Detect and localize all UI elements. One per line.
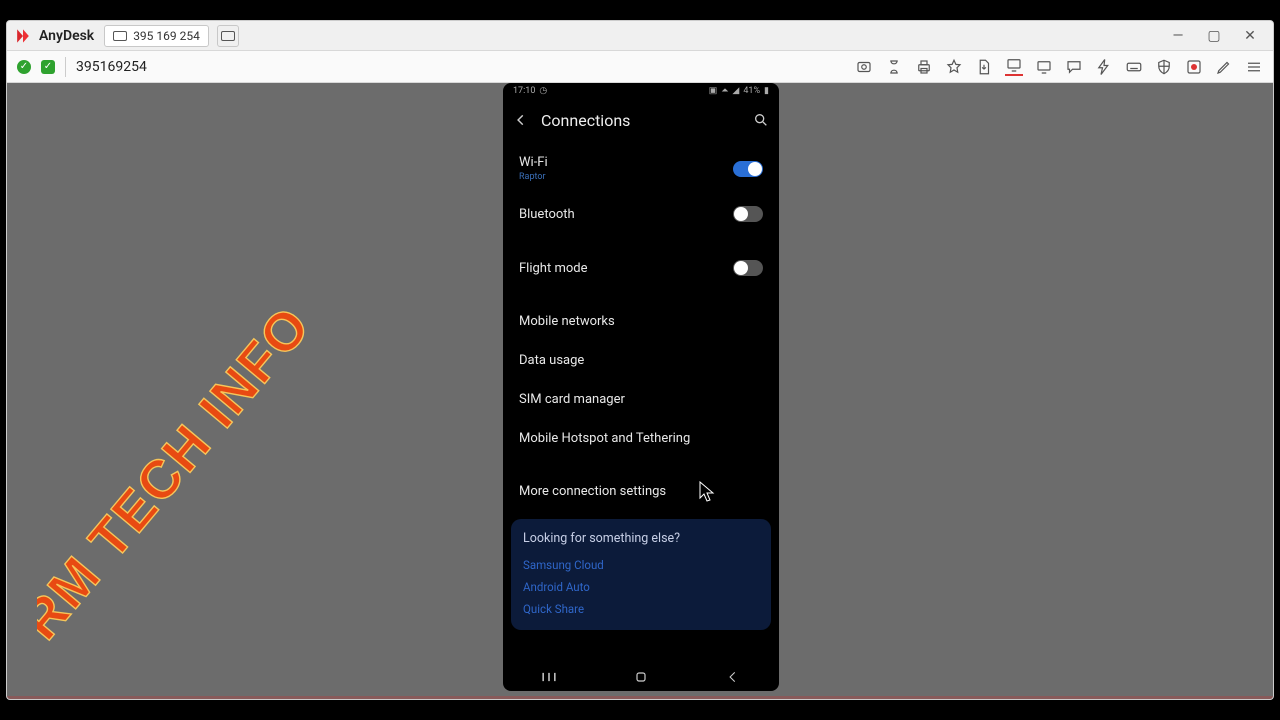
connection-ok-icon: ✓: [17, 60, 31, 74]
mobile-networks-label: Mobile networks: [519, 314, 615, 329]
anydesk-logo-icon: [13, 26, 33, 46]
separator: [65, 57, 66, 77]
wifi-label: Wi-Fi: [519, 155, 548, 170]
more-settings-label: More connection settings: [519, 484, 666, 499]
recents-button[interactable]: [534, 669, 564, 685]
remote-viewport[interactable]: RM TECH INFO 17:10 ◷ ▣ ⏶ ◢ 41% ▮: [7, 83, 1273, 699]
status-battery-icon: ▮: [764, 86, 769, 96]
address-text: 395 169 254: [133, 29, 200, 43]
hotspot-label: Mobile Hotspot and Tethering: [519, 431, 690, 446]
status-time: 17:10: [513, 86, 535, 96]
bluetooth-toggle[interactable]: [733, 206, 763, 222]
mobile-networks-row[interactable]: Mobile networks: [503, 302, 779, 341]
annotate-icon[interactable]: [1215, 58, 1233, 76]
suggestions-card: Looking for something else? Samsung Clou…: [511, 519, 771, 630]
minimize-button[interactable]: —: [1171, 29, 1185, 43]
settings-list: Wi-Fi Raptor Bluetooth Flight mode Mo: [503, 141, 779, 513]
remote-cursor-icon: [699, 481, 715, 503]
flight-mode-row[interactable]: Flight mode: [503, 248, 779, 288]
status-wifi-icon: ⏶: [721, 86, 728, 96]
data-usage-row[interactable]: Data usage: [503, 341, 779, 380]
screenshot-icon[interactable]: [855, 58, 873, 76]
link-samsung-cloud[interactable]: Samsung Cloud: [523, 554, 759, 576]
app-name: AnyDesk: [39, 28, 94, 44]
menu-icon[interactable]: [1245, 58, 1263, 76]
status-clock-icon: ◷: [539, 86, 547, 96]
status-battery: 41%: [743, 86, 760, 96]
status-signal-icon: ◢: [732, 86, 739, 96]
link-quick-share[interactable]: Quick Share: [523, 598, 759, 620]
monitor-icon: [221, 31, 235, 41]
monitor-icon: [113, 31, 127, 41]
hourglass-icon[interactable]: [885, 58, 903, 76]
phone-status-bar: 17:10 ◷ ▣ ⏶ ◢ 41% ▮: [503, 83, 779, 99]
link-android-auto[interactable]: Android Auto: [523, 576, 759, 598]
sim-manager-label: SIM card manager: [519, 392, 625, 407]
permission-icon: ✓: [41, 60, 55, 74]
data-usage-label: Data usage: [519, 353, 584, 368]
home-button[interactable]: [626, 669, 656, 685]
close-button[interactable]: ✕: [1243, 29, 1257, 43]
phone-header: Connections: [503, 99, 779, 141]
shield-icon[interactable]: [1155, 58, 1173, 76]
watermark-text: RM TECH INFO: [37, 295, 322, 651]
anydesk-window: AnyDesk 395 169 254 — ▢ ✕ ✓ ✓ 395169254: [6, 20, 1274, 700]
wifi-network: Raptor: [519, 172, 548, 182]
window-controls: — ▢ ✕: [1171, 29, 1267, 43]
session-toolbar: ✓ ✓ 395169254: [7, 51, 1273, 83]
toolbar-actions: [855, 58, 1263, 76]
monitor-icon[interactable]: [1035, 58, 1053, 76]
monitor-select-icon[interactable]: [1005, 58, 1023, 76]
page-title: Connections: [541, 111, 630, 130]
flight-mode-toggle[interactable]: [733, 260, 763, 276]
bluetooth-label: Bluetooth: [519, 207, 575, 222]
chat-icon[interactable]: [1065, 58, 1083, 76]
keyboard-icon[interactable]: [1125, 58, 1143, 76]
record-icon[interactable]: [1185, 58, 1203, 76]
nav-back-button[interactable]: [718, 669, 748, 685]
phone-screen: 17:10 ◷ ▣ ⏶ ◢ 41% ▮ Connections: [503, 83, 779, 691]
sim-manager-row[interactable]: SIM card manager: [503, 380, 779, 419]
maximize-button[interactable]: ▢: [1207, 29, 1221, 43]
wifi-toggle[interactable]: [733, 161, 763, 177]
title-bar: AnyDesk 395 169 254 — ▢ ✕: [7, 21, 1273, 51]
download-file-icon[interactable]: [975, 58, 993, 76]
search-button[interactable]: [751, 110, 771, 130]
card-heading: Looking for something else?: [523, 531, 759, 546]
star-icon[interactable]: [945, 58, 963, 76]
flight-mode-label: Flight mode: [519, 261, 588, 276]
new-tab-button[interactable]: [217, 25, 239, 47]
wifi-row[interactable]: Wi-Fi Raptor: [503, 143, 779, 194]
more-settings-row[interactable]: More connection settings: [503, 472, 779, 511]
session-id: 395169254: [76, 59, 147, 75]
back-button[interactable]: [511, 110, 531, 130]
phone-nav-bar: [503, 663, 779, 691]
hotspot-row[interactable]: Mobile Hotspot and Tethering: [503, 419, 779, 458]
status-nfc-icon: ▣: [709, 86, 718, 96]
bluetooth-row[interactable]: Bluetooth: [503, 194, 779, 234]
bolt-icon[interactable]: [1095, 58, 1113, 76]
printer-icon[interactable]: [915, 58, 933, 76]
address-tab[interactable]: 395 169 254: [104, 25, 209, 47]
progress-bar: [7, 696, 1273, 699]
watermark: RM TECH INFO: [37, 143, 467, 683]
